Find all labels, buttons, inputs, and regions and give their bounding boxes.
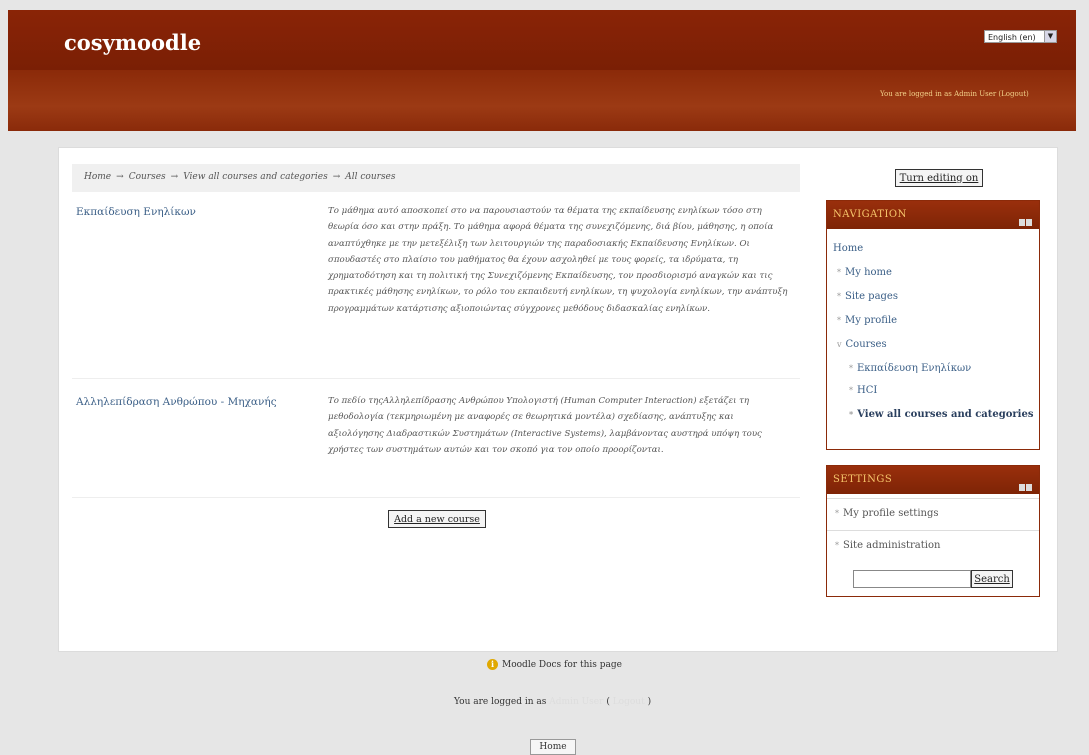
site-title[interactable]: cosymoodle [64, 30, 201, 55]
course-summary: Το μάθημα αυτό αποσκοπεί στο να παρουσια… [328, 206, 788, 314]
bullet-icon: * [849, 364, 853, 373]
bullet-icon: * [835, 541, 839, 550]
course-summary: Το πεδίο τηςΑλληλεπίδρασης Ανθρώπου Υπολ… [328, 396, 762, 455]
nav-item-label: My profile [845, 315, 898, 326]
settings-item-profile[interactable]: * My profile settings [827, 498, 1039, 529]
nav-item-label: Courses [845, 339, 887, 350]
settings-item-label: My profile settings [843, 508, 939, 519]
nav-item-my-profile[interactable]: * My profile [837, 315, 897, 326]
navigation-block-title: NAVIGATION [833, 209, 907, 220]
search-input[interactable] [853, 570, 971, 588]
nav-item-label: Site pages [845, 291, 898, 302]
nav-home[interactable]: Home [833, 243, 863, 254]
footer-login-info: You are logged in as Admin User ( Logout… [454, 697, 651, 707]
breadcrumb-courses[interactable]: Courses [129, 172, 166, 182]
moodle-docs-label: Moodle Docs for this page [502, 660, 622, 670]
footer-login-prefix: You are logged in as [454, 697, 547, 707]
footer-logout-link[interactable]: Logout [613, 697, 645, 707]
bullet-icon: * [837, 292, 841, 301]
chevron-down-icon[interactable]: ▼ [1044, 31, 1056, 42]
bullet-icon: * [837, 268, 841, 277]
dock-icon[interactable] [1019, 211, 1033, 226]
course-link[interactable]: Αλληλεπίδραση Ανθρώπου - Μηχανής [76, 396, 277, 408]
info-icon: i [487, 659, 498, 670]
footer-close-paren: ) [647, 697, 652, 707]
bullet-icon: * [837, 316, 841, 325]
search-button[interactable]: Search [971, 570, 1013, 588]
bullet-icon: * [835, 509, 839, 518]
settings-block-title: SETTINGS [833, 474, 893, 485]
course-row: Αλληλεπίδραση Ανθρώπου - Μηχανής Το πεδί… [72, 390, 800, 498]
navigation-block-header: NAVIGATION [827, 201, 1039, 229]
footer-open-paren: ( [606, 697, 610, 707]
nav-item-courses[interactable]: v Courses [837, 339, 887, 350]
language-select[interactable]: English (en) ▼ [984, 30, 1057, 43]
footer-user-link[interactable]: Admin User [549, 697, 603, 707]
nav-item-site-pages[interactable]: * Site pages [837, 291, 898, 302]
breadcrumb-current: All courses [345, 172, 396, 182]
nav-item-course-hci[interactable]: * HCI [849, 385, 877, 396]
navigation-block: NAVIGATION Home * My home * Site pages * My… [826, 200, 1040, 450]
bullet-icon: * [849, 386, 853, 395]
header-subbanner [8, 70, 1076, 131]
settings-block: SETTINGS * My profile settings * Site admi… [826, 465, 1040, 597]
add-course-button[interactable]: Add a new course [388, 510, 486, 528]
breadcrumb-view-all[interactable]: View all courses and categories [183, 172, 328, 182]
nav-item-label: HCI [857, 385, 878, 396]
nav-item-course-adult-ed[interactable]: * Εκπαίδευση Ενηλίκων [849, 363, 971, 374]
breadcrumb-home[interactable]: Home [84, 172, 111, 182]
course-row: Εκπαίδευση Ενηλίκων Το μάθημα αυτό αποσκ… [72, 200, 800, 379]
language-select-value: English (en) [988, 33, 1036, 42]
dock-icon[interactable] [1019, 476, 1033, 491]
turn-editing-button[interactable]: Turn editing on [895, 169, 983, 187]
breadcrumb-separator: → [170, 172, 179, 182]
course-link[interactable]: Εκπαίδευση Ενηλίκων [76, 206, 196, 218]
breadcrumb: Home → Courses → View all courses and catego… [84, 172, 396, 182]
settings-block-header: SETTINGS [827, 466, 1039, 494]
login-info[interactable]: You are logged in as Admin User (Logout) [880, 90, 1029, 98]
nav-item-label: Εκπαίδευση Ενηλίκων [857, 363, 972, 374]
moodle-docs-link[interactable]: i Moodle Docs for this page [487, 659, 622, 670]
bullet-icon: * [849, 409, 854, 419]
settings-item-label: Site administration [843, 540, 941, 551]
nav-item-label: View all courses and categories [857, 409, 1034, 420]
breadcrumb-separator: → [332, 172, 341, 182]
home-button[interactable]: Home [530, 739, 576, 755]
nav-item-view-all[interactable]: * View all courses and categories [849, 407, 1034, 422]
nav-item-my-home[interactable]: * My home [837, 267, 892, 278]
nav-item-label: My home [845, 267, 892, 278]
expand-icon: v [837, 340, 842, 349]
settings-item-site-admin[interactable]: * Site administration [827, 530, 1039, 561]
breadcrumb-separator: → [116, 172, 124, 182]
